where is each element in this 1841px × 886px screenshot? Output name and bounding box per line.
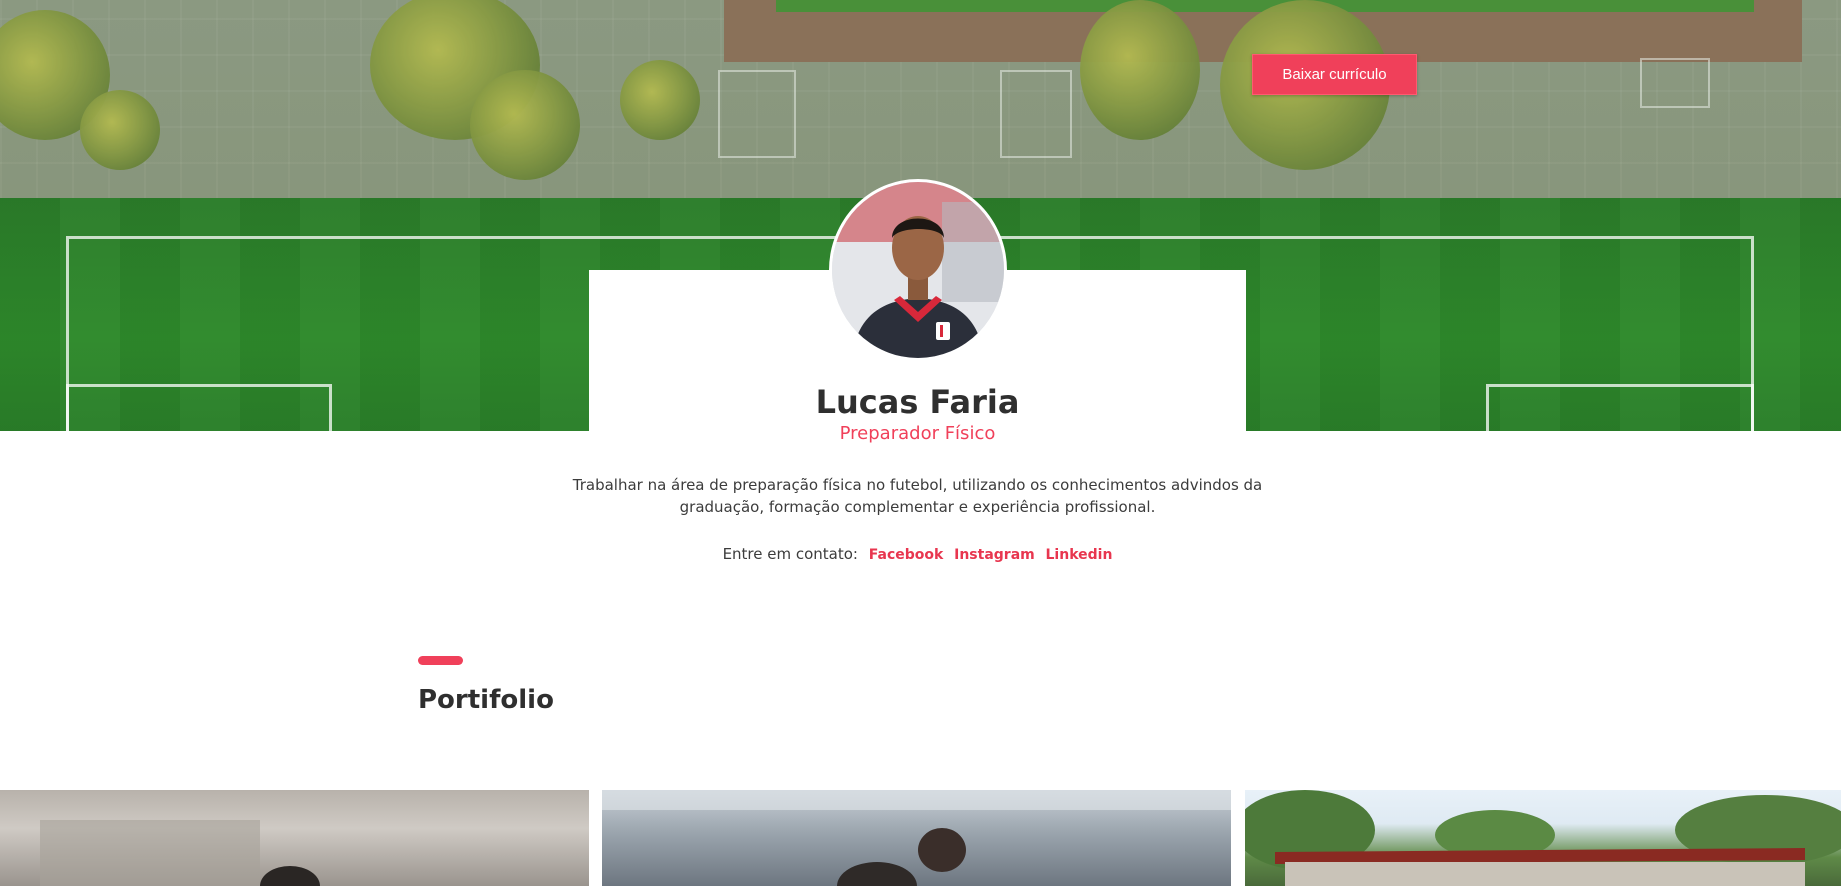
linkedin-link[interactable]: Linkedin [1046,547,1113,563]
contact-row: Entre em contato: Facebook Instagram Lin… [560,545,1275,563]
contact-label: Entre em contato: [722,545,858,563]
portfolio-title: Portifolio [418,685,554,715]
profile-bio: Trabalhar na área de preparação física n… [572,476,1263,516]
portfolio-item[interactable] [0,790,589,886]
hero-overlay [0,0,1841,200]
portfolio-photo [40,820,320,886]
field-penalty-box-right [1486,384,1754,431]
avatar-portrait [832,182,1004,358]
facebook-link[interactable]: Facebook [869,547,944,563]
section-accent-bar [418,656,463,665]
profile-role: Preparador Físico [839,423,996,444]
portfolio-photo [602,790,1231,886]
profile-avatar [829,179,1007,361]
instagram-link[interactable]: Instagram [954,547,1035,563]
portfolio-photo [1245,790,1841,886]
download-cv-button[interactable]: Baixar currículo [1252,54,1417,95]
profile-name: Lucas Faria [815,383,1020,421]
field-penalty-box-left [66,384,332,431]
portfolio-item[interactable] [1245,790,1841,886]
portfolio-item[interactable] [602,790,1231,886]
